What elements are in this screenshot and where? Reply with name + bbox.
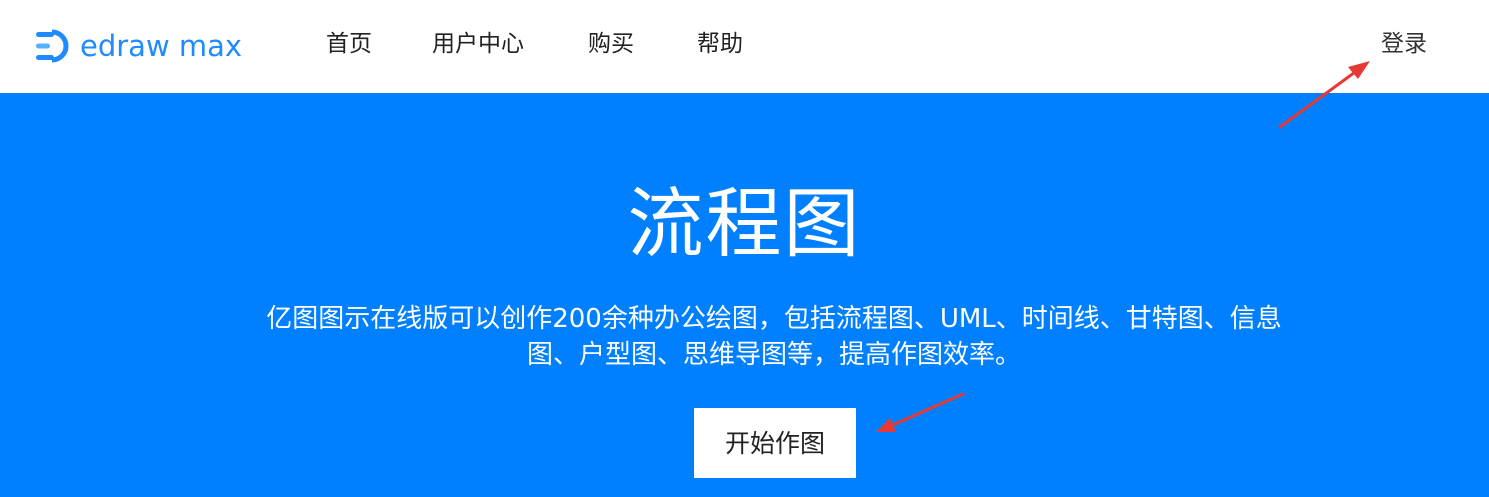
hero-description: 亿图图示在线版可以创作200余种办公绘图，包括流程图、UML、时间线、甘特图、信…	[266, 304, 1282, 370]
brand-name: edraw max	[80, 29, 243, 63]
top-header: edraw max 首页 用户中心 购买 帮助 登录	[0, 0, 1489, 93]
nav-item-help[interactable]: 帮助	[697, 24, 743, 64]
nav-item-buy[interactable]: 购买	[588, 24, 634, 64]
nav-item-user-center[interactable]: 用户中心	[432, 24, 524, 64]
hero-banner: 流程图 亿图图示在线版可以创作200余种办公绘图，包括流程图、UML、时间线、甘…	[0, 93, 1489, 497]
brand-logo[interactable]: edraw max	[34, 26, 242, 66]
page-title: 流程图	[627, 179, 862, 268]
nav-item-home[interactable]: 首页	[326, 24, 372, 64]
start-drawing-button[interactable]: 开始作图	[694, 408, 856, 478]
edraw-logo-icon	[36, 29, 69, 63]
login-link[interactable]: 登录	[1381, 24, 1427, 64]
